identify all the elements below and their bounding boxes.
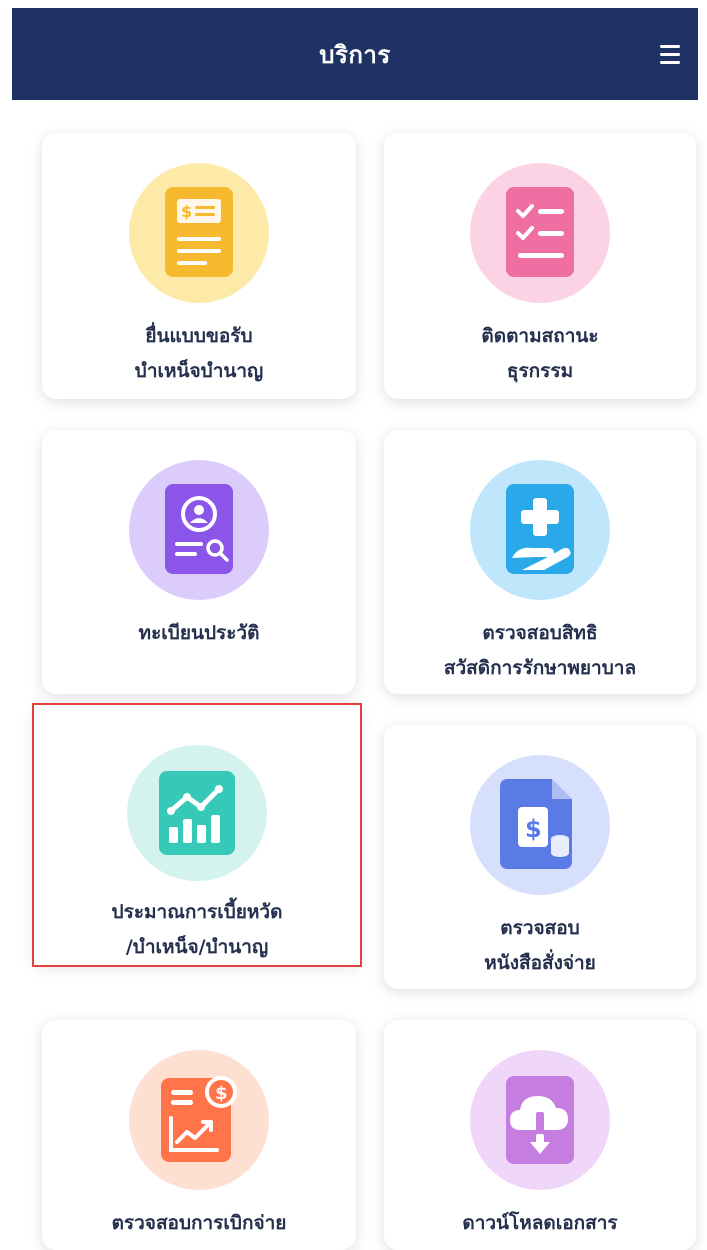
cloud-download-icon	[506, 1076, 574, 1164]
label-line: สวัสดิการรักษาพยาบาล	[443, 657, 637, 679]
label-line: ยื่นแบบขอรับ	[145, 325, 253, 347]
checklist-icon	[506, 187, 574, 277]
medical-hand-icon	[506, 484, 574, 574]
service-label: ประมาณการเบี้ยหวัด /บำเหน็จ/บำนาญ	[112, 895, 283, 965]
label-line: /บำเหน็จ/บำนาญ	[125, 936, 269, 958]
icon-circle: $	[470, 755, 610, 895]
label-line: ทะเบียนประวัติ	[138, 622, 260, 644]
app-header: บริการ	[12, 8, 698, 100]
service-label: ตรวจสอบสิทธิ สวัสดิการรักษาพยาบาล	[444, 616, 636, 686]
icon-circle: $	[129, 1050, 269, 1190]
label-line: ประมาณการเบี้ยหวัด	[111, 901, 283, 923]
label-line: ติดตามสถานะ	[481, 325, 599, 347]
service-card-download-docs[interactable]: ดาวน์โหลดเอกสาร	[384, 1020, 696, 1250]
svg-text:$: $	[181, 202, 192, 221]
document-dollar-icon: $	[165, 187, 233, 277]
icon-circle	[470, 1050, 610, 1190]
icon-circle	[470, 460, 610, 600]
dollar-document-coins-icon: $	[500, 779, 572, 869]
finance-growth-icon: $	[161, 1076, 237, 1162]
label-line: บำเหน็จบำนาญ	[134, 360, 264, 382]
service-label: ตรวจสอบ หนังสือสั่งจ่าย	[484, 911, 596, 981]
label-line: หนังสือสั่งจ่าย	[484, 952, 596, 974]
service-card-payment-order[interactable]: $ ตรวจสอบ หนังสือสั่งจ่าย	[384, 725, 696, 989]
service-card-pension-estimate[interactable]: ประมาณการเบี้ยหวัด /บำเหน็จ/บำนาญ	[32, 703, 362, 967]
label-line: ธุรกรรม	[506, 360, 574, 382]
label-line: ตรวจสอบ	[500, 917, 580, 939]
service-card-submit-pension[interactable]: $ ยื่นแบบขอรับ บำเหน็จบำนาญ	[42, 133, 356, 399]
service-label: ยื่นแบบขอรับ บำเหน็จบำนาญ	[135, 319, 263, 389]
page-title: บริการ	[319, 40, 391, 69]
icon-circle	[127, 745, 267, 881]
svg-text:$: $	[215, 1083, 228, 1104]
icon-circle: $	[129, 163, 269, 303]
label-line: ตรวจสอบสิทธิ	[482, 622, 598, 644]
svg-text:$: $	[525, 815, 542, 843]
service-label: ทะเบียนประวัติ	[139, 616, 260, 651]
service-label: ติดตามสถานะ ธุรกรรม	[481, 319, 598, 389]
service-card-disbursement[interactable]: $ ตรวจสอบการเบิกจ่าย	[42, 1020, 356, 1250]
bar-chart-trend-icon	[159, 771, 235, 855]
profile-search-icon	[165, 484, 233, 574]
service-card-registry[interactable]: ทะเบียนประวัติ	[42, 430, 356, 694]
hamburger-menu-icon[interactable]	[660, 42, 688, 66]
service-card-medical-rights[interactable]: ตรวจสอบสิทธิ สวัสดิการรักษาพยาบาล	[384, 430, 696, 694]
icon-circle	[129, 460, 269, 600]
service-card-track-status[interactable]: ติดตามสถานะ ธุรกรรม	[384, 133, 696, 399]
icon-circle	[470, 163, 610, 303]
